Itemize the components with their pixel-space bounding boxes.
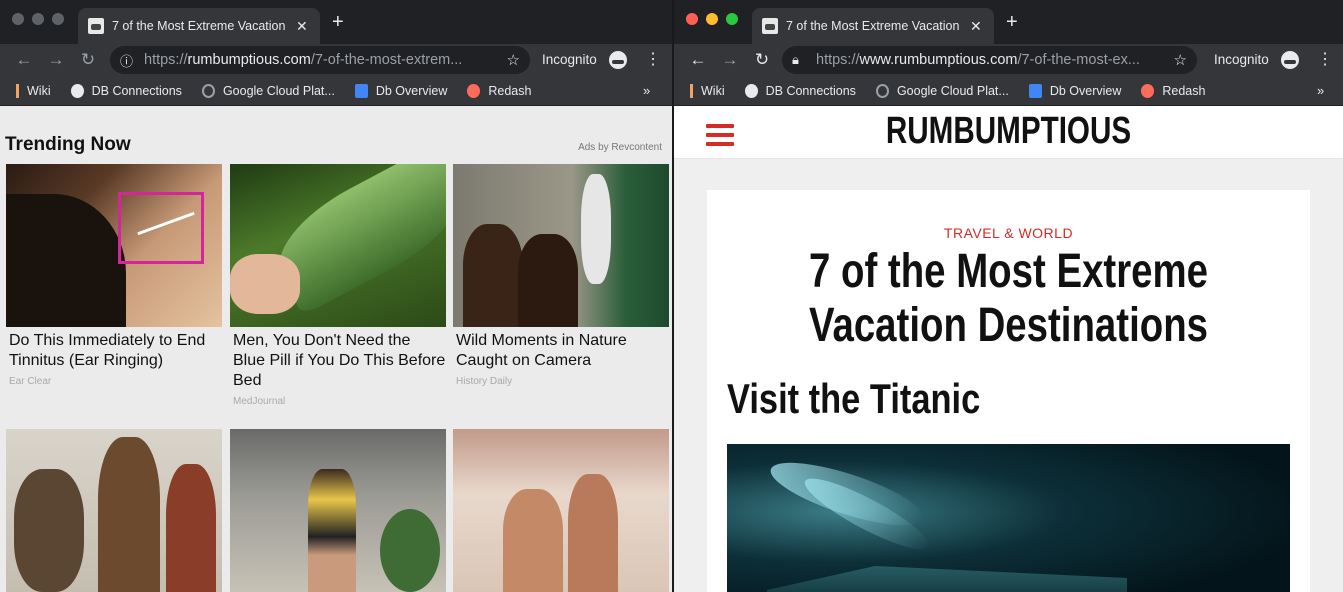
lock-icon[interactable]: 🔒︎ (792, 52, 810, 68)
url-text: https://www.rumbumptious.com/7-of-the-mo… (816, 52, 1140, 68)
back-icon[interactable]: ← (8, 50, 40, 70)
bookmark-wiki[interactable]: Wiki (16, 83, 51, 98)
close-window-icon[interactable] (12, 13, 24, 25)
tab-title: 7 of the Most Extreme Vacation (786, 19, 960, 33)
window-controls (12, 13, 64, 25)
close-tab-icon[interactable]: ✕ (970, 18, 982, 35)
site-logo[interactable]: RUMBUMPTIOUS (748, 110, 1270, 153)
ad-image-beach-couple[interactable] (453, 429, 669, 592)
window-controls (686, 13, 738, 25)
bookmark-wiki[interactable]: Wiki (690, 83, 725, 98)
forward-icon[interactable]: → (40, 50, 72, 70)
address-bar[interactable]: ⓘ https://rumbumptious.com/7-of-the-most… (110, 46, 530, 74)
page-content: RUMBUMPTIOUS TRAVEL & WORLD 7 of the Mos… (674, 106, 1343, 592)
tab-strip: 7 of the Most Extreme Vacation ✕ + (674, 0, 1343, 44)
ad-image-ear[interactable] (6, 164, 222, 327)
info-icon[interactable]: ⓘ (120, 51, 138, 70)
address-bar[interactable]: 🔒︎ https://www.rumbumptious.com/7-of-the… (782, 46, 1197, 74)
article-category[interactable]: TRAVEL & WORLD (707, 225, 1310, 241)
bookmarks-bar: Wiki DB Connections Google Cloud Plat...… (674, 76, 1343, 106)
kebab-menu-icon[interactable]: ⋮ (1317, 49, 1333, 69)
browser-tab[interactable]: 7 of the Most Extreme Vacation ✕ (78, 8, 320, 44)
zoom-window-icon[interactable] (52, 13, 64, 25)
ad-source: History Daily (456, 376, 513, 387)
bookmark-star-icon[interactable]: ☆ (1174, 51, 1187, 69)
article-title: 7 of the Most Extreme Vacation Destinati… (808, 245, 1209, 352)
ad-card[interactable] (453, 429, 669, 592)
browser-window-left: 7 of the Most Extreme Vacation ✕ + ← → ↻… (0, 0, 672, 592)
bookmark-google-cloud[interactable]: Google Cloud Plat... (875, 83, 1009, 98)
ad-card[interactable] (230, 429, 446, 592)
close-window-icon[interactable] (686, 13, 698, 25)
bookmark-redash[interactable]: Redash (467, 83, 531, 98)
section-heading: Visit the Titanic (727, 375, 981, 422)
forward-icon[interactable]: → (714, 50, 746, 70)
bookmark-db-overview[interactable]: Db Overview (1028, 83, 1121, 98)
ad-image-aloe[interactable] (230, 164, 446, 327)
browser-tab[interactable]: 7 of the Most Extreme Vacation ✕ (752, 8, 994, 44)
titanic-hero-image (727, 444, 1290, 592)
toolbar: ← → ↻ 🔒︎ https://www.rumbumptious.com/7-… (674, 44, 1343, 76)
bookmarks-overflow-icon[interactable]: » (643, 83, 650, 98)
bookmark-star-icon[interactable]: ☆ (507, 51, 520, 69)
bookmark-db-overview[interactable]: Db Overview (354, 83, 447, 98)
bookmark-db-connections[interactable]: DB Connections (70, 83, 182, 98)
browser-window-right: 7 of the Most Extreme Vacation ✕ + ← → ↻… (674, 0, 1343, 592)
minimize-window-icon[interactable] (706, 13, 718, 25)
ad-card[interactable] (6, 429, 222, 592)
ad-image-vintage-photo[interactable] (6, 429, 222, 592)
page-content: Trending Now Ads by Revcontent Do This I… (0, 106, 672, 592)
tab-title: 7 of the Most Extreme Vacation (112, 19, 286, 33)
hamburger-menu-icon[interactable] (706, 124, 734, 146)
minimize-window-icon[interactable] (32, 13, 44, 25)
back-icon[interactable]: ← (682, 50, 714, 70)
favicon-icon (762, 18, 778, 34)
ad-image-woman-yellow[interactable] (230, 429, 446, 592)
ad-card[interactable]: Men, You Don't Need the Blue Pill if You… (230, 164, 446, 407)
new-tab-icon[interactable]: + (332, 12, 344, 32)
ads-attribution[interactable]: Ads by Revcontent (578, 142, 662, 153)
bookmark-db-connections[interactable]: DB Connections (744, 83, 856, 98)
ad-image-dogs-cat[interactable] (453, 164, 669, 327)
ad-headline[interactable]: Do This Immediately to End Tinnitus (Ear… (6, 331, 222, 371)
ad-card[interactable]: Do This Immediately to End Tinnitus (Ear… (6, 164, 222, 387)
site-header: RUMBUMPTIOUS (674, 106, 1343, 159)
bookmarks-overflow-icon[interactable]: » (1317, 83, 1324, 98)
incognito-label: Incognito (542, 52, 597, 67)
ad-card[interactable]: Wild Moments in Nature Caught on Camera … (453, 164, 669, 387)
reload-icon[interactable]: ↻ (746, 50, 778, 70)
tab-strip: 7 of the Most Extreme Vacation ✕ + (0, 0, 672, 44)
toolbar: ← → ↻ ⓘ https://rumbumptious.com/7-of-th… (0, 44, 672, 76)
favicon-icon (88, 18, 104, 34)
new-tab-icon[interactable]: + (1006, 12, 1018, 32)
bookmark-google-cloud[interactable]: Google Cloud Plat... (201, 83, 335, 98)
kebab-menu-icon[interactable]: ⋮ (645, 49, 661, 69)
url-text: https://rumbumptious.com/7-of-the-most-e… (144, 52, 463, 68)
ad-source: MedJournal (233, 396, 286, 407)
close-tab-icon[interactable]: ✕ (296, 18, 308, 35)
article-card: TRAVEL & WORLD 7 of the Most Extreme Vac… (707, 190, 1310, 592)
zoom-window-icon[interactable] (726, 13, 738, 25)
bookmark-redash[interactable]: Redash (1141, 83, 1205, 98)
incognito-icon[interactable] (1281, 51, 1299, 69)
ad-headline[interactable]: Wild Moments in Nature Caught on Camera (453, 331, 669, 371)
reload-icon[interactable]: ↻ (72, 50, 104, 70)
bookmarks-bar: Wiki DB Connections Google Cloud Plat...… (0, 76, 672, 106)
trending-title: Trending Now (5, 134, 131, 155)
ad-headline[interactable]: Men, You Don't Need the Blue Pill if You… (230, 331, 446, 391)
incognito-icon[interactable] (609, 51, 627, 69)
ad-source: Ear Clear (9, 376, 52, 387)
incognito-label: Incognito (1214, 52, 1269, 67)
